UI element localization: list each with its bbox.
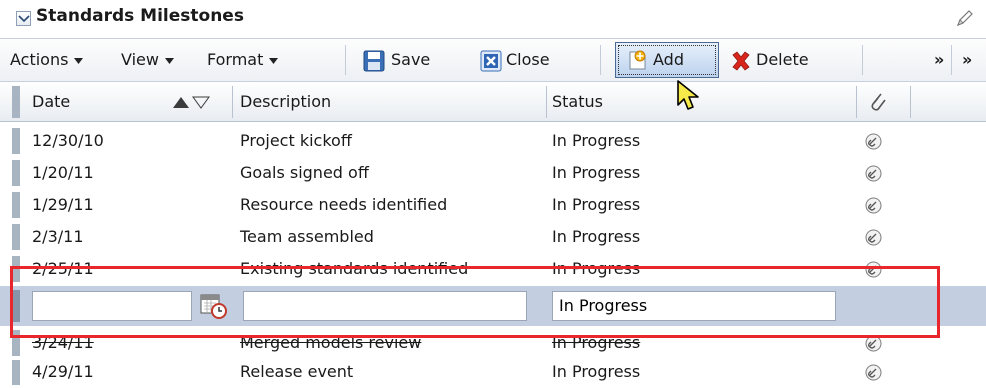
delete-button[interactable]: Delete	[756, 39, 809, 81]
description-cell: Project kickoff	[240, 131, 352, 150]
panel-header: Standards Milestones	[0, 0, 986, 38]
description-cell: Team assembled	[240, 227, 374, 246]
attachment-link-icon[interactable]	[865, 229, 882, 246]
row-header[interactable]	[12, 128, 20, 154]
toolbar: Actions View Format Save Close Add Delet…	[0, 38, 986, 82]
status-cell: In Progress	[552, 362, 641, 381]
column-divider	[546, 86, 547, 118]
add-button[interactable]: Add	[615, 42, 719, 78]
date-cell: 4/29/11	[32, 362, 94, 381]
caret-down-icon	[74, 57, 84, 64]
overflow-button-2[interactable]: »	[962, 39, 972, 81]
paperclip-icon	[871, 93, 886, 111]
description-cell: Release event	[240, 362, 354, 381]
save-button[interactable]: Save	[391, 39, 430, 81]
view-menu[interactable]: View	[121, 39, 174, 81]
column-header-date[interactable]: Date	[32, 82, 70, 122]
toolbar-separator	[862, 45, 863, 75]
column-header-description[interactable]: Description	[240, 82, 331, 122]
overflow-button[interactable]: »	[934, 39, 944, 81]
format-label: Format	[207, 50, 264, 69]
row-header[interactable]	[12, 160, 20, 186]
collapse-button[interactable]	[16, 11, 31, 26]
close-button[interactable]: Close	[506, 39, 550, 81]
actions-label: Actions	[10, 50, 69, 69]
caret-down-icon	[269, 57, 279, 64]
attachment-link-icon[interactable]	[865, 133, 882, 150]
description-cell: Goals signed off	[240, 163, 369, 182]
status-cell: In Progress	[552, 163, 641, 182]
table-row[interactable]: 12/30/10 Project kickoff In Progress	[0, 124, 986, 158]
table-row[interactable]: 1/20/11 Goals signed off In Progress	[0, 156, 986, 190]
table-row[interactable]: 4/29/11 Release event In Progress	[0, 356, 986, 385]
format-menu[interactable]: Format	[207, 39, 279, 81]
description-cell: Resource needs identified	[240, 195, 448, 214]
row-header[interactable]	[12, 360, 20, 385]
column-divider	[232, 86, 233, 118]
attachment-link-icon[interactable]	[865, 364, 882, 381]
status-cell: In Progress	[552, 195, 641, 214]
red-x-icon	[732, 51, 750, 71]
status-cell: In Progress	[552, 227, 641, 246]
row-header[interactable]	[12, 224, 20, 250]
attachment-link-icon[interactable]	[865, 197, 882, 214]
row-header-column	[12, 86, 20, 118]
highlight-box	[10, 266, 940, 338]
column-divider	[910, 86, 911, 118]
actions-menu[interactable]: Actions	[10, 39, 84, 81]
add-label: Add	[653, 50, 684, 69]
date-cell: 1/29/11	[32, 195, 94, 214]
toolbar-separator	[345, 45, 346, 75]
column-header-status[interactable]: Status	[552, 82, 603, 122]
toolbar-separator	[600, 45, 601, 75]
table-row[interactable]: 2/3/11 Team assembled In Progress	[0, 220, 986, 254]
close-icon	[480, 50, 502, 72]
floppy-disk-icon	[363, 50, 385, 72]
chevron-down-icon	[18, 15, 30, 23]
date-cell: 2/3/11	[32, 227, 84, 246]
table-row[interactable]: 1/29/11 Resource needs identified In Pro…	[0, 188, 986, 222]
view-label: View	[121, 50, 159, 69]
column-divider	[856, 86, 857, 118]
caret-down-icon	[164, 57, 174, 64]
row-header[interactable]	[12, 192, 20, 218]
panel-title: Standards Milestones	[36, 6, 244, 26]
mouse-cursor-icon	[677, 80, 699, 110]
toolbar-separator	[951, 45, 952, 75]
date-cell: 1/20/11	[32, 163, 94, 182]
sort-arrows-icon[interactable]	[172, 95, 210, 109]
status-cell: In Progress	[552, 131, 641, 150]
add-star-icon	[629, 50, 646, 70]
attachment-link-icon[interactable]	[865, 165, 882, 182]
pencil-icon[interactable]	[955, 8, 975, 28]
table-header: Date Description Status	[0, 82, 986, 122]
date-cell: 12/30/10	[32, 131, 104, 150]
